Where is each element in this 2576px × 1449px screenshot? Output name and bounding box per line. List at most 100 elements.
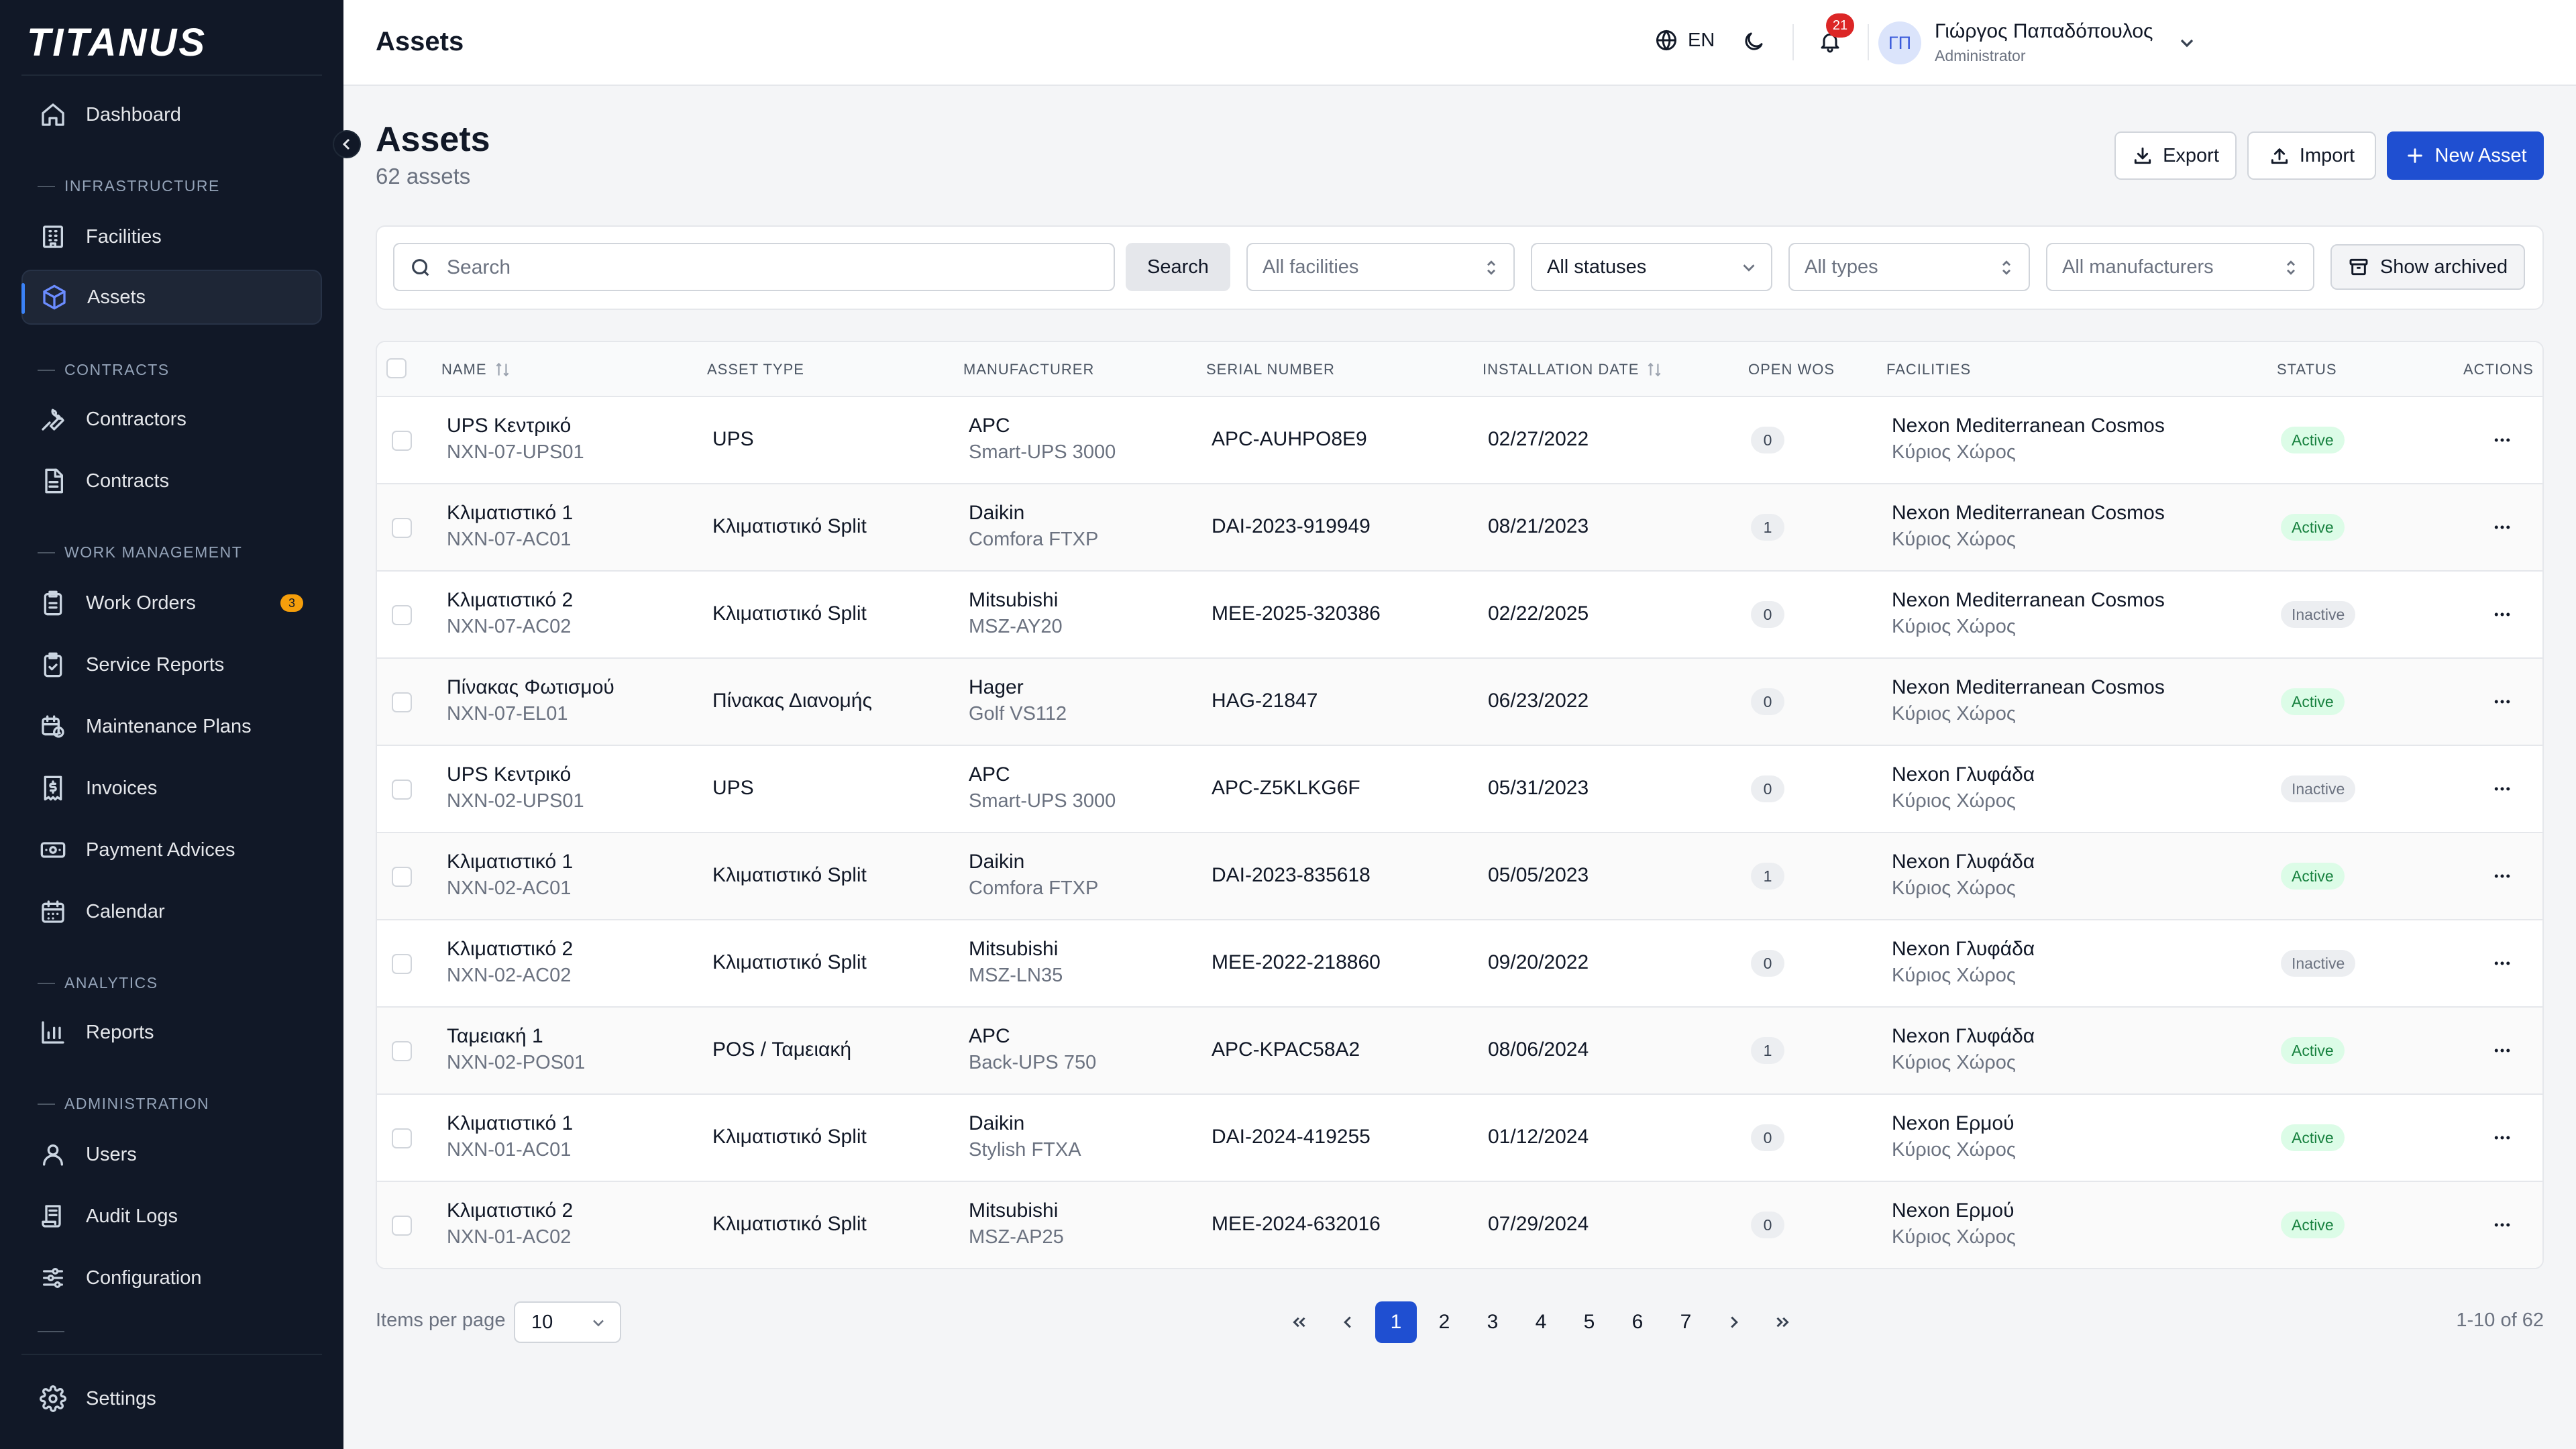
sidebar: TITANUS Dashboard INFRASTRUCTURE Facilit… (0, 0, 343, 1449)
next-page-button[interactable] (1713, 1301, 1755, 1343)
asset-name[interactable]: UPS Κεντρικό (447, 763, 571, 786)
column-status: STATUS (2277, 361, 2337, 378)
column-installation-date[interactable]: INSTALLATION DATE (1483, 361, 1663, 378)
table-row[interactable]: Κλιματιστικό 1 NXN-01-AC01 Κλιματιστικό Sp… (377, 1095, 2542, 1182)
search-input[interactable] (447, 251, 1091, 284)
asset-name[interactable]: UPS Κεντρικό (447, 415, 571, 437)
show-archived-button[interactable]: Show archived (2330, 244, 2525, 290)
previous-page-button[interactable] (1327, 1301, 1368, 1343)
table-row[interactable]: Πίνακας Φωτισμού NXN-07-EL01 Πίνακας Διανο… (377, 659, 2542, 746)
language-switcher[interactable]: EN (1654, 28, 1715, 52)
row-actions-button[interactable] (2489, 1212, 2516, 1238)
export-button[interactable]: Export (2114, 131, 2237, 180)
user-name[interactable]: Γιώργος Παπαδόπουλος (1935, 20, 2153, 43)
new-asset-button[interactable]: New Asset (2387, 131, 2544, 180)
items-per-page-select[interactable]: 10 (514, 1301, 621, 1343)
sidebar-item-settings[interactable]: Settings (21, 1371, 322, 1426)
row-actions-button[interactable] (2489, 601, 2516, 628)
table-row[interactable]: UPS Κεντρικό NXN-07-UPS01 UPS APC Smart-UPS … (377, 397, 2542, 484)
search-field[interactable] (393, 243, 1115, 291)
last-page-button[interactable] (1762, 1301, 1803, 1343)
table-row[interactable]: Κλιματιστικό 1 NXN-07-AC01 Κλιματιστικό Sp… (377, 484, 2542, 572)
row-checkbox[interactable] (392, 867, 412, 887)
sidebar-item-invoices[interactable]: Invoices (21, 761, 322, 816)
more-horizontal-icon (2494, 1223, 2510, 1227)
sidebar-item-facilities[interactable]: Facilities (21, 209, 322, 264)
page-button-1[interactable]: 1 (1375, 1301, 1417, 1343)
table-row[interactable]: Κλιματιστικό 2 NXN-01-AC02 Κλιματιστικό Sp… (377, 1182, 2542, 1268)
select-all-checkbox[interactable] (386, 358, 407, 378)
chevron-down-icon[interactable] (2176, 32, 2198, 54)
row-checkbox[interactable] (392, 518, 412, 538)
asset-name[interactable]: Κλιματιστικό 2 (447, 938, 573, 961)
page-button-5[interactable]: 5 (1568, 1301, 1610, 1343)
facility-space: Κύριος Χώρος (1892, 1139, 2016, 1161)
asset-name[interactable]: Κλιματιστικό 1 (447, 502, 573, 525)
asset-name[interactable]: Κλιματιστικό 2 (447, 589, 573, 612)
row-checkbox[interactable] (392, 692, 412, 712)
sidebar-item-service-reports[interactable]: Service Reports (21, 637, 322, 692)
row-checkbox[interactable] (392, 605, 412, 625)
row-actions-button[interactable] (2489, 1124, 2516, 1151)
sidebar-item-dashboard[interactable]: Dashboard (21, 87, 322, 142)
asset-code: NXN-01-AC02 (447, 1226, 572, 1248)
page-button-4[interactable]: 4 (1520, 1301, 1562, 1343)
page-button-2[interactable]: 2 (1424, 1301, 1465, 1343)
page-button-6[interactable]: 6 (1617, 1301, 1658, 1343)
table-row[interactable]: Ταμειακή 1 NXN-02-POS01 POS / Ταμειακή APC B… (377, 1008, 2542, 1095)
statuses-filter[interactable]: All statuses (1531, 243, 1772, 291)
asset-code: NXN-07-UPS01 (447, 441, 584, 463)
facilities-filter[interactable]: All facilities (1246, 243, 1515, 291)
row-checkbox[interactable] (392, 1041, 412, 1061)
row-actions-button[interactable] (2489, 688, 2516, 715)
table-row[interactable]: UPS Κεντρικό NXN-02-UPS01 UPS APC Smart-UPS … (377, 746, 2542, 833)
language-label: EN (1688, 29, 1715, 51)
row-actions-button[interactable] (2489, 514, 2516, 541)
sidebar-item-contractors[interactable]: Contractors (21, 392, 322, 447)
sidebar-item-maintenance-plans[interactable]: Maintenance Plans (21, 699, 322, 754)
types-filter[interactable]: All types (1788, 243, 2030, 291)
asset-name[interactable]: Κλιματιστικό 1 (447, 1112, 573, 1135)
asset-name[interactable]: Πίνακας Φωτισμού (447, 676, 614, 699)
asset-name[interactable]: Κλιματιστικό 2 (447, 1199, 573, 1222)
row-checkbox[interactable] (392, 1216, 412, 1236)
sidebar-item-payment-advices[interactable]: Payment Advices (21, 822, 322, 877)
table-row[interactable]: Κλιματιστικό 2 NXN-02-AC02 Κλιματιστικό Sp… (377, 920, 2542, 1008)
sidebar-item-configuration[interactable]: Configuration (21, 1250, 322, 1305)
table-row[interactable]: Κλιματιστικό 1 NXN-02-AC01 Κλιματιστικό Sp… (377, 833, 2542, 920)
import-button[interactable]: Import (2247, 131, 2376, 180)
row-actions-button[interactable] (2489, 950, 2516, 977)
collapse-sidebar-button[interactable] (333, 130, 361, 158)
sidebar-item-contracts[interactable]: Contracts (21, 453, 322, 508)
theme-toggle-button[interactable] (1741, 30, 1766, 54)
manufacturers-filter[interactable]: All manufacturers (2046, 243, 2314, 291)
asset-name[interactable]: Ταμειακή 1 (447, 1025, 543, 1048)
page-button-3[interactable]: 3 (1472, 1301, 1513, 1343)
sidebar-item-work-orders[interactable]: Work Orders 3 (21, 576, 322, 631)
sidebar-item-assets[interactable]: Assets (21, 270, 322, 325)
manufacturer: APC (969, 415, 1010, 437)
row-checkbox[interactable] (392, 780, 412, 800)
row-checkbox[interactable] (392, 1128, 412, 1148)
column-name[interactable]: NAME (441, 361, 511, 378)
row-actions-button[interactable] (2489, 427, 2516, 453)
avatar[interactable]: ΓΠ (1878, 21, 1921, 64)
row-checkbox[interactable] (392, 431, 412, 451)
row-actions-button[interactable] (2489, 1037, 2516, 1064)
row-actions-button[interactable] (2489, 863, 2516, 890)
column-label: INSTALLATION DATE (1483, 361, 1640, 378)
items-per-page-value: 10 (531, 1311, 553, 1333)
archive-icon (2349, 258, 2368, 276)
sidebar-item-users[interactable]: Users (21, 1127, 322, 1182)
export-label: Export (2163, 144, 2219, 166)
asset-name[interactable]: Κλιματιστικό 1 (447, 851, 573, 873)
page-button-7[interactable]: 7 (1665, 1301, 1707, 1343)
sidebar-item-audit-logs[interactable]: Audit Logs (21, 1189, 322, 1244)
first-page-button[interactable] (1279, 1301, 1320, 1343)
search-button[interactable]: Search (1126, 243, 1230, 291)
table-row[interactable]: Κλιματιστικό 2 NXN-07-AC02 Κλιματιστικό Sp… (377, 572, 2542, 659)
row-checkbox[interactable] (392, 954, 412, 974)
sidebar-item-reports[interactable]: Reports (21, 1005, 322, 1060)
row-actions-button[interactable] (2489, 775, 2516, 802)
sidebar-item-calendar[interactable]: Calendar (21, 884, 322, 939)
